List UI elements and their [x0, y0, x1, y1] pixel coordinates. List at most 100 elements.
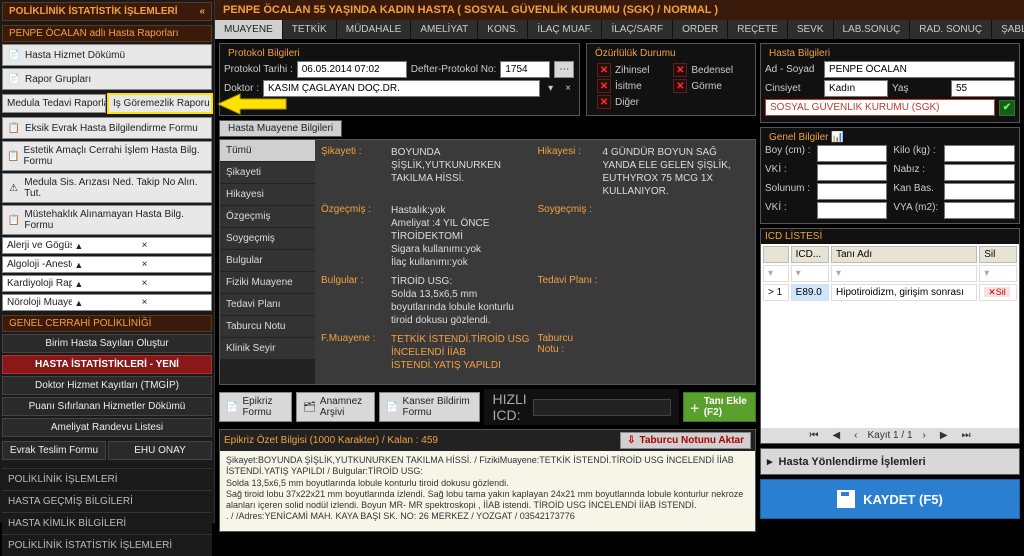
rapor-gruplari-button[interactable]: 📄Rapor Grupları [2, 68, 212, 90]
medula-tedavi-button[interactable]: Medula Tedavi Raporları [2, 94, 106, 113]
muayene-tab-9[interactable]: Klinik Seyir [220, 338, 315, 360]
icd-filter[interactable]: ▾ [979, 265, 1017, 282]
dropdown-icon[interactable]: ▾ [544, 83, 557, 94]
birim-hasta-button[interactable]: Birim Hasta Sayıları Oluştur [2, 334, 212, 353]
ozurluluk-diğer[interactable]: ✕Diğer [597, 95, 661, 109]
close-icon[interactable]: × [142, 297, 207, 308]
pager-prev-icon[interactable]: ◀ [828, 430, 844, 441]
muayene-tab-1[interactable]: Şikayeti [220, 162, 315, 184]
vki2-input[interactable] [817, 202, 888, 219]
kaydet-button[interactable]: KAYDET (F5) [760, 479, 1020, 519]
kanser-bildirim-button[interactable]: 📄Kanser Bildirim Formu [379, 392, 480, 422]
tab-ilasarf[interactable]: İLAÇ/SARF [602, 20, 673, 39]
icd-filter[interactable]: ▾ [831, 265, 977, 282]
pager-first-icon[interactable]: ⏮ [805, 430, 822, 441]
nav-poliklinik[interactable]: POLİKLİNİK İŞLEMLERİ [2, 468, 212, 490]
alerji-combo[interactable]: Alerji ve Gögüs Hastalıkları (Prick) Tes… [2, 237, 212, 254]
nav-hasta-gecmis[interactable]: HASTA GEÇMİŞ BİLGİLERİ [2, 490, 212, 512]
hasta-yonlendirme-panel[interactable]: ▸ Hasta Yönlendirme İşlemleri [760, 448, 1020, 475]
pager-prev2-icon[interactable]: ‹ [850, 430, 861, 441]
cinsiyet-input[interactable] [824, 80, 888, 97]
icd-pager[interactable]: ⏮ ◀ ‹ Kayıt 1 / 1 › ▶ ⏭ [761, 428, 1019, 443]
kilo-input[interactable] [944, 145, 1015, 162]
evrak-teslim-button[interactable]: Evrak Teslim Formu [2, 441, 106, 460]
mustehak-button[interactable]: 📋Müstehaklık Alınamayan Hasta Bilg. Form… [2, 205, 212, 235]
ehu-onay-button[interactable]: EHU ONAY [108, 441, 212, 460]
muayene-tab-0[interactable]: Tümü [220, 140, 315, 162]
ameliyat-randevu-button[interactable]: Ameliyat Randevu Listesi [2, 418, 212, 437]
close-icon[interactable]: × [142, 259, 207, 270]
kardiyoloji-combo[interactable]: Kardiyoloji Raporları▲× [2, 275, 212, 292]
tab-mdahale[interactable]: MÜDAHALE [337, 20, 412, 39]
vki-input[interactable] [817, 164, 888, 181]
muayene-tab-7[interactable]: Tedavi Planı [220, 294, 315, 316]
delete-button[interactable]: ✕Sil [984, 287, 1010, 297]
close-icon[interactable]: × [142, 278, 207, 289]
tab-muayene[interactable]: MUAYENE [215, 20, 283, 39]
tab-kons[interactable]: KONS. [478, 20, 528, 39]
ozurluluk-görme[interactable]: ✕Görme [673, 79, 745, 93]
kanbas-input[interactable] [944, 183, 1015, 200]
kurum-input[interactable] [765, 99, 995, 116]
is-goremezlik-button[interactable]: Iş Göremezlik Raporu [108, 94, 212, 113]
icd-filter[interactable]: ▾ [791, 265, 829, 282]
epikriz-body[interactable]: Şikayet:BOYUNDA ŞİŞLİK,YUTKUNURKEN TAKIL… [220, 451, 755, 531]
table-row[interactable]: > 1E89.0Hipotiroidizm, girişim sonrası✕S… [763, 284, 1017, 301]
tani-ekle-button[interactable]: ＋Tanı Ekle (F2) [683, 392, 756, 422]
pager-last-icon[interactable]: ⏭ [958, 430, 975, 441]
muayene-tab-2[interactable]: Hikayesi [220, 184, 315, 206]
tab-order[interactable]: ORDER [673, 20, 728, 39]
medula-ariza-button[interactable]: ⚠Medula Sis. Arızası Ned. Takip No Alın.… [2, 173, 212, 203]
tab-labsonu[interactable]: LAB.SONUÇ [834, 20, 911, 39]
boy-input[interactable] [817, 145, 888, 162]
collapse-icon[interactable]: « [199, 6, 205, 17]
epikriz-formu-button[interactable]: 📄Epikriz Formu [219, 392, 292, 422]
estetik-button[interactable]: 📋Estetik Amaçlı Cerrahi İşlem Hasta Bilg… [2, 141, 212, 171]
ozurluluk-bedensel[interactable]: ✕Bedensel [673, 63, 745, 77]
nav-poliklinik-istat[interactable]: POLİKLİNİK İSTATİSTİK İŞLEMLERİ [2, 534, 212, 556]
defter-lookup-button[interactable]: ⋯ [554, 61, 574, 78]
close-icon[interactable]: × [142, 240, 207, 251]
vya-input[interactable] [944, 202, 1015, 219]
icd-col[interactable]: ICD... [791, 246, 829, 263]
defter-input[interactable] [500, 61, 550, 78]
ozurluluk-i̇sitme[interactable]: ✕İsitme [597, 79, 661, 93]
ozurluluk-zihinsel[interactable]: ✕Zihinsel [597, 63, 661, 77]
tab-ablon[interactable]: ŞABLON [992, 20, 1024, 39]
noroloji-combo[interactable]: Nöroloji Muayene Testleri▲× [2, 294, 212, 311]
doktor-input[interactable] [263, 80, 540, 97]
muayene-tab-6[interactable]: Fiziki Muayene [220, 272, 315, 294]
algoloji-combo[interactable]: Algoloji -Anestezi Polikliniği Formları▲… [2, 256, 212, 273]
clear-icon[interactable]: × [561, 83, 575, 94]
muayene-tab-8[interactable]: Taburcu Notu [220, 316, 315, 338]
anamnez-arsivi-button[interactable]: 🗂Anamnez Arşivi [296, 392, 375, 422]
tab-ilamuaf[interactable]: İLAÇ MUAF. [528, 20, 602, 39]
muayene-tab-5[interactable]: Bulgular [220, 250, 315, 272]
tab-sevk[interactable]: SEVK [788, 20, 834, 39]
hasta-istatistikleri-button[interactable]: HASTA İSTATİSTİKLERİ - YENİ [2, 355, 212, 374]
icd-col[interactable]: Tanı Adı [831, 246, 977, 263]
hizli-icd-input[interactable] [533, 399, 671, 416]
solunum-input[interactable] [817, 183, 888, 200]
icd-col[interactable]: Sil [979, 246, 1017, 263]
protokol-tarih-input[interactable] [297, 61, 407, 78]
tab-reete[interactable]: REÇETE [728, 20, 788, 39]
muayene-tab-4[interactable]: Soygeçmiş [220, 228, 315, 250]
eksik-evrak-button[interactable]: 📋Eksik Evrak Hasta Bilgilendirme Formu [2, 117, 212, 139]
pager-next-icon[interactable]: ▶ [936, 430, 952, 441]
nav-hasta-kimlik[interactable]: HASTA KİMLİK BİLGİLERİ [2, 512, 212, 534]
confirm-icon[interactable]: ✔ [999, 100, 1015, 116]
icd-filter[interactable]: ▾ [763, 265, 789, 282]
nabiz-input[interactable] [944, 164, 1015, 181]
muayene-tab-3[interactable]: Özgeçmiş [220, 206, 315, 228]
tab-ameliyat[interactable]: AMELİYAT [411, 20, 478, 39]
pager-next2-icon[interactable]: › [919, 430, 930, 441]
ad-soyad-input[interactable] [824, 61, 1015, 78]
tab-radsonu[interactable]: RAD. SONUÇ [910, 20, 992, 39]
puani-sifirlanan-button[interactable]: Puanı Sıfırlanan Hizmetler Dökümü [2, 397, 212, 416]
hasta-hizmet-dokumu-button[interactable]: 📄Hasta Hizmet Dökümü [2, 44, 212, 66]
taburcu-aktar-button[interactable]: ⇩Taburcu Notunu Aktar [620, 432, 751, 449]
tab-tetkik[interactable]: TETKİK [283, 20, 337, 39]
yas-input[interactable] [951, 80, 1015, 97]
doktor-hizmet-button[interactable]: Doktor Hizmet Kayıtları (TMGİP) [2, 376, 212, 395]
